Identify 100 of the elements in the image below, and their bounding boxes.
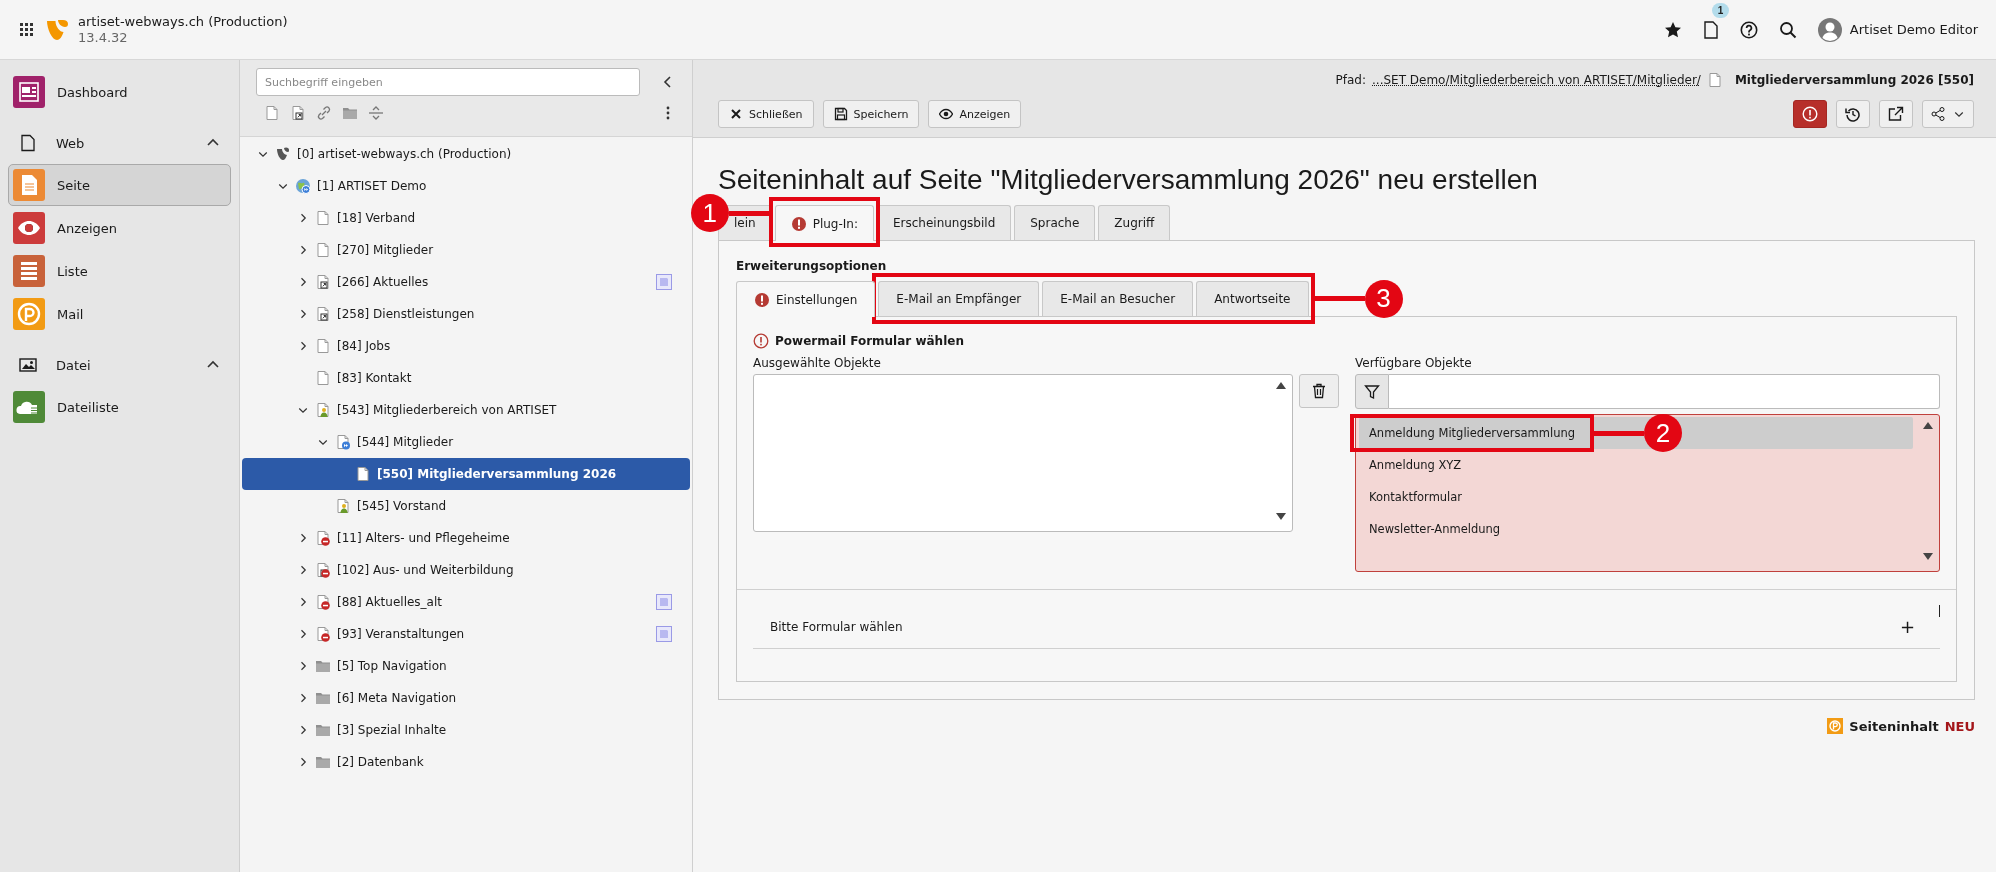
tree-node[interactable]: [543] Mitgliederbereich von ARTISET (242, 394, 690, 426)
page-icon (315, 242, 331, 258)
page-title: Mitgliederversammlung 2026 [550] (1734, 73, 1974, 87)
field-label: Ausgewählte Objekte (753, 355, 882, 371)
module-menu-item[interactable]: Dateiliste (8, 386, 231, 428)
new-label: NEU (1944, 718, 1975, 734)
star-icon[interactable] (1663, 20, 1682, 39)
filter-icon (1364, 383, 1380, 400)
list-option[interactable]: Anmeldung XYZ (1359, 449, 1913, 481)
notification-badge: 1 (1711, 2, 1730, 18)
filter-field[interactable] (1389, 374, 1940, 409)
tree-node[interactable]: [1] ARTISET Demo (242, 170, 690, 202)
tab[interactable]: Zugriff (1098, 205, 1171, 240)
divider-icon[interactable] (368, 105, 384, 121)
list-option[interactable]: Newsletter-Anmeldung (1359, 513, 1913, 545)
hidden-page-icon (315, 594, 331, 610)
logo-icon (46, 18, 70, 41)
new-page-icon[interactable] (264, 105, 280, 121)
eye-icon (939, 107, 954, 121)
document-icon (1702, 20, 1719, 39)
tree-node[interactable]: [545] Vorstand (242, 490, 690, 522)
tree-node[interactable]: [11] Alters- und Pflegeheime (242, 522, 690, 554)
tree-node[interactable]: [3] Spezial Inhalte (242, 714, 690, 746)
restricted-page-icon (335, 498, 351, 514)
toolbar-button[interactable]: Schließen (718, 100, 814, 128)
tab[interactable]: Plug-In: (774, 205, 874, 241)
link-icon[interactable] (316, 105, 332, 121)
field-label: Verfügbare Objekte (1355, 355, 1473, 371)
page-icon (1706, 72, 1723, 88)
tree-node[interactable]: [102] Aus- und Weiterbildung (242, 554, 690, 586)
logo-icon (275, 146, 291, 162)
version-text: 13.4.32 (78, 29, 129, 46)
folder-icon[interactable] (342, 105, 358, 121)
page-icon (355, 466, 371, 482)
module-menu-item[interactable]: Mail (8, 293, 231, 335)
section-title: Erweiterungsoptionen (736, 258, 888, 274)
restricted-page-icon (315, 402, 331, 418)
save-icon (833, 107, 848, 121)
user-name: Artiset Demo Editor (1849, 22, 1978, 37)
list-option[interactable]: Kontaktformular (1359, 481, 1913, 513)
tab[interactable]: E-Mail an Empfänger (878, 281, 1040, 316)
tree-node[interactable]: [258] Dienstleistungen (242, 298, 690, 330)
folder-icon (315, 658, 331, 674)
module-group-label: Web (56, 135, 86, 151)
tree-node[interactable]: [270] Mitglieder (242, 234, 690, 266)
tree-node[interactable]: [2] Datenbank (242, 746, 690, 778)
tree-node[interactable]: [0] artiset-webways.ch (Production) (242, 138, 690, 170)
field-label: Powermail Formular wählen (775, 333, 964, 349)
folder-icon (315, 690, 331, 706)
shortcut-page-icon (315, 306, 331, 322)
tab[interactable]: Einstellungen (736, 281, 876, 317)
tree-node[interactable]: [550] Mitgliederversammlung 2026 (242, 458, 690, 490)
module-menu-item[interactable]: Seite (8, 164, 231, 206)
help-icon[interactable] (1739, 20, 1758, 39)
path-link[interactable]: ...SET Demo/Mitgliederbereich von ARTISET/Mitglieder/ (1372, 73, 1701, 87)
tree-node[interactable]: [84] Jobs (242, 330, 690, 362)
search-field[interactable]: Suchbegriff eingeben (256, 68, 640, 96)
toolbar-button[interactable]: Speichern (822, 100, 920, 128)
history-button[interactable] (1836, 100, 1870, 128)
module-menu-item[interactable]: Liste (8, 250, 231, 292)
row-label: Bitte Formular wählen (770, 619, 904, 634)
hidden-page-icon (315, 530, 331, 546)
record-type: Seiteninhalt (1849, 718, 1939, 734)
tree-node[interactable]: [266] Aktuelles (242, 266, 690, 298)
tree-node[interactable]: [6] Meta Navigation (242, 682, 690, 714)
tab[interactable]: Antwortseite (1196, 281, 1309, 316)
module-menu-item[interactable]: Anzeigen (8, 207, 231, 249)
tab[interactable]: E-Mail an Besucher (1042, 281, 1194, 316)
page-icon (315, 370, 331, 386)
error-button[interactable] (1793, 100, 1827, 128)
page-heading: Seiteninhalt auf Seite "Mitgliederversammlung 2026" neu erstellen (718, 163, 1539, 197)
user-menu-button[interactable]: Artiset Demo Editor (1817, 17, 1978, 42)
tree-node[interactable]: [88] Aktuelles_alt (242, 586, 690, 618)
tree-node[interactable]: [83] Kontakt (242, 362, 690, 394)
tree-node[interactable]: [18] Verband (242, 202, 690, 234)
hidden-shortcut-icon (315, 562, 331, 578)
filter-button[interactable] (1355, 374, 1389, 409)
tree-node[interactable]: [544] Mitglieder (242, 426, 690, 458)
open-page-button[interactable] (1879, 100, 1913, 128)
search-icon[interactable] (1778, 20, 1797, 39)
tab[interactable]: Sprache (1014, 205, 1096, 240)
text-cursor (1939, 605, 1940, 617)
delete-button[interactable] (1299, 374, 1339, 408)
page-icon (315, 338, 331, 354)
module-menu-item[interactable]: Dashboard (8, 71, 231, 113)
image-icon (19, 356, 37, 374)
tree-node[interactable]: [5] Top Navigation (242, 650, 690, 682)
tree-node[interactable]: [93] Veranstaltungen (242, 618, 690, 650)
page-icon (19, 134, 37, 152)
avatar-icon (1817, 17, 1842, 42)
trash-icon (1312, 383, 1326, 399)
hidden-page-icon (315, 626, 331, 642)
share-button[interactable] (1922, 100, 1974, 128)
apps-menu-icon[interactable] (20, 22, 34, 37)
shortcut-page-icon[interactable] (290, 105, 306, 121)
expand-button[interactable]: + (1899, 616, 1915, 637)
mounted-page-icon (335, 434, 351, 450)
toolbar-button[interactable]: Anzeigen (928, 100, 1022, 128)
module-group-label: Datei (56, 357, 92, 373)
content-element-icon (1827, 718, 1844, 734)
